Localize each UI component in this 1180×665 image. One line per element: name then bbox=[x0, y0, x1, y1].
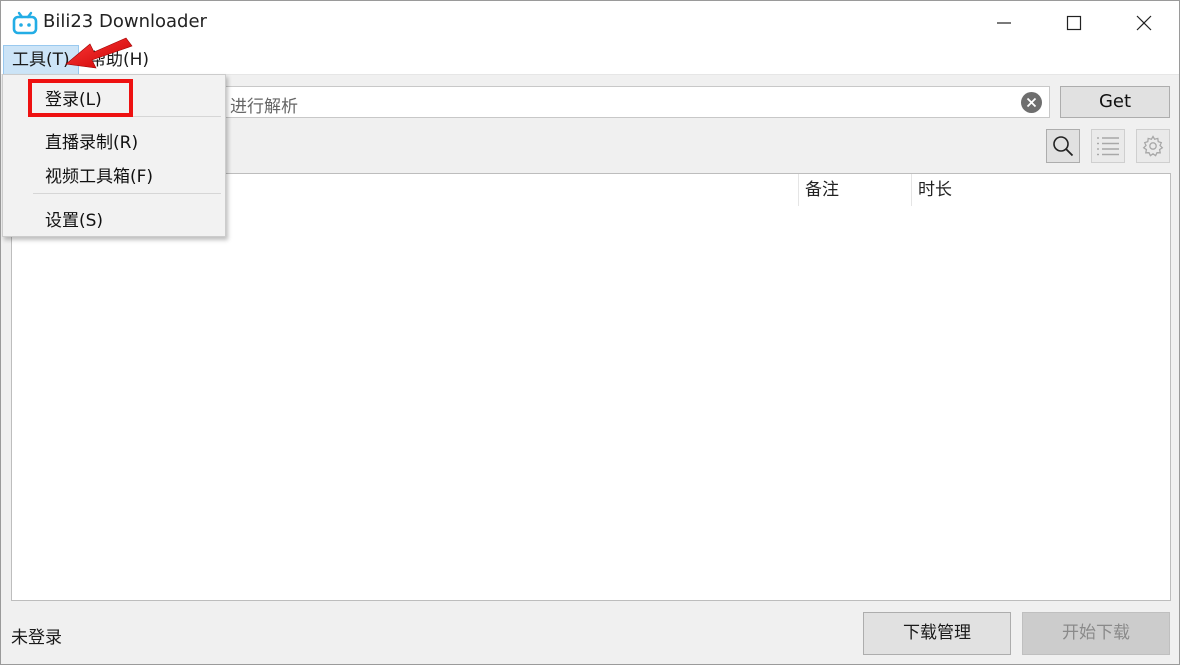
start-download-button[interactable]: 开始下载 bbox=[1022, 612, 1170, 655]
get-button[interactable]: Get bbox=[1060, 86, 1170, 118]
minimize-icon bbox=[997, 22, 1011, 24]
search-icon bbox=[1053, 136, 1074, 157]
clear-input-button[interactable] bbox=[1021, 92, 1042, 113]
download-manager-button[interactable]: 下载管理 bbox=[863, 612, 1011, 655]
annotation-highlight-box bbox=[28, 79, 133, 117]
maximize-button[interactable] bbox=[1039, 1, 1109, 45]
minimize-button[interactable] bbox=[969, 1, 1039, 45]
menu-help[interactable]: 帮助(H) bbox=[81, 45, 157, 75]
menu-item-live-record[interactable]: 直播录制(R) bbox=[45, 128, 138, 153]
settings-button[interactable] bbox=[1136, 129, 1170, 163]
bilibili-tv-icon bbox=[12, 11, 38, 35]
window-title: Bili23 Downloader bbox=[43, 11, 207, 32]
close-button[interactable] bbox=[1109, 1, 1179, 45]
close-icon bbox=[1136, 15, 1152, 31]
gear-icon bbox=[1142, 135, 1164, 157]
menu-item-settings[interactable]: 设置(S) bbox=[45, 206, 103, 231]
episode-table[interactable]: 备注 时长 bbox=[11, 173, 1171, 601]
menu-separator bbox=[33, 193, 221, 194]
list-icon bbox=[1097, 137, 1119, 156]
title-bar: Bili23 Downloader bbox=[1, 1, 1179, 45]
list-button[interactable] bbox=[1091, 129, 1125, 163]
search-button[interactable] bbox=[1046, 129, 1080, 163]
column-header-note[interactable]: 备注 bbox=[798, 174, 911, 206]
url-input-placeholder: 进行解析 bbox=[230, 97, 298, 117]
maximize-icon bbox=[1066, 15, 1082, 31]
login-status: 未登录 bbox=[11, 628, 62, 648]
column-header-duration[interactable]: 时长 bbox=[911, 174, 1170, 206]
menu-bar: 工具(T) 帮助(H) bbox=[1, 45, 1179, 75]
menu-tools[interactable]: 工具(T) bbox=[3, 45, 79, 75]
clear-icon bbox=[1026, 97, 1037, 108]
menu-item-video-toolbox[interactable]: 视频工具箱(F) bbox=[45, 162, 153, 187]
